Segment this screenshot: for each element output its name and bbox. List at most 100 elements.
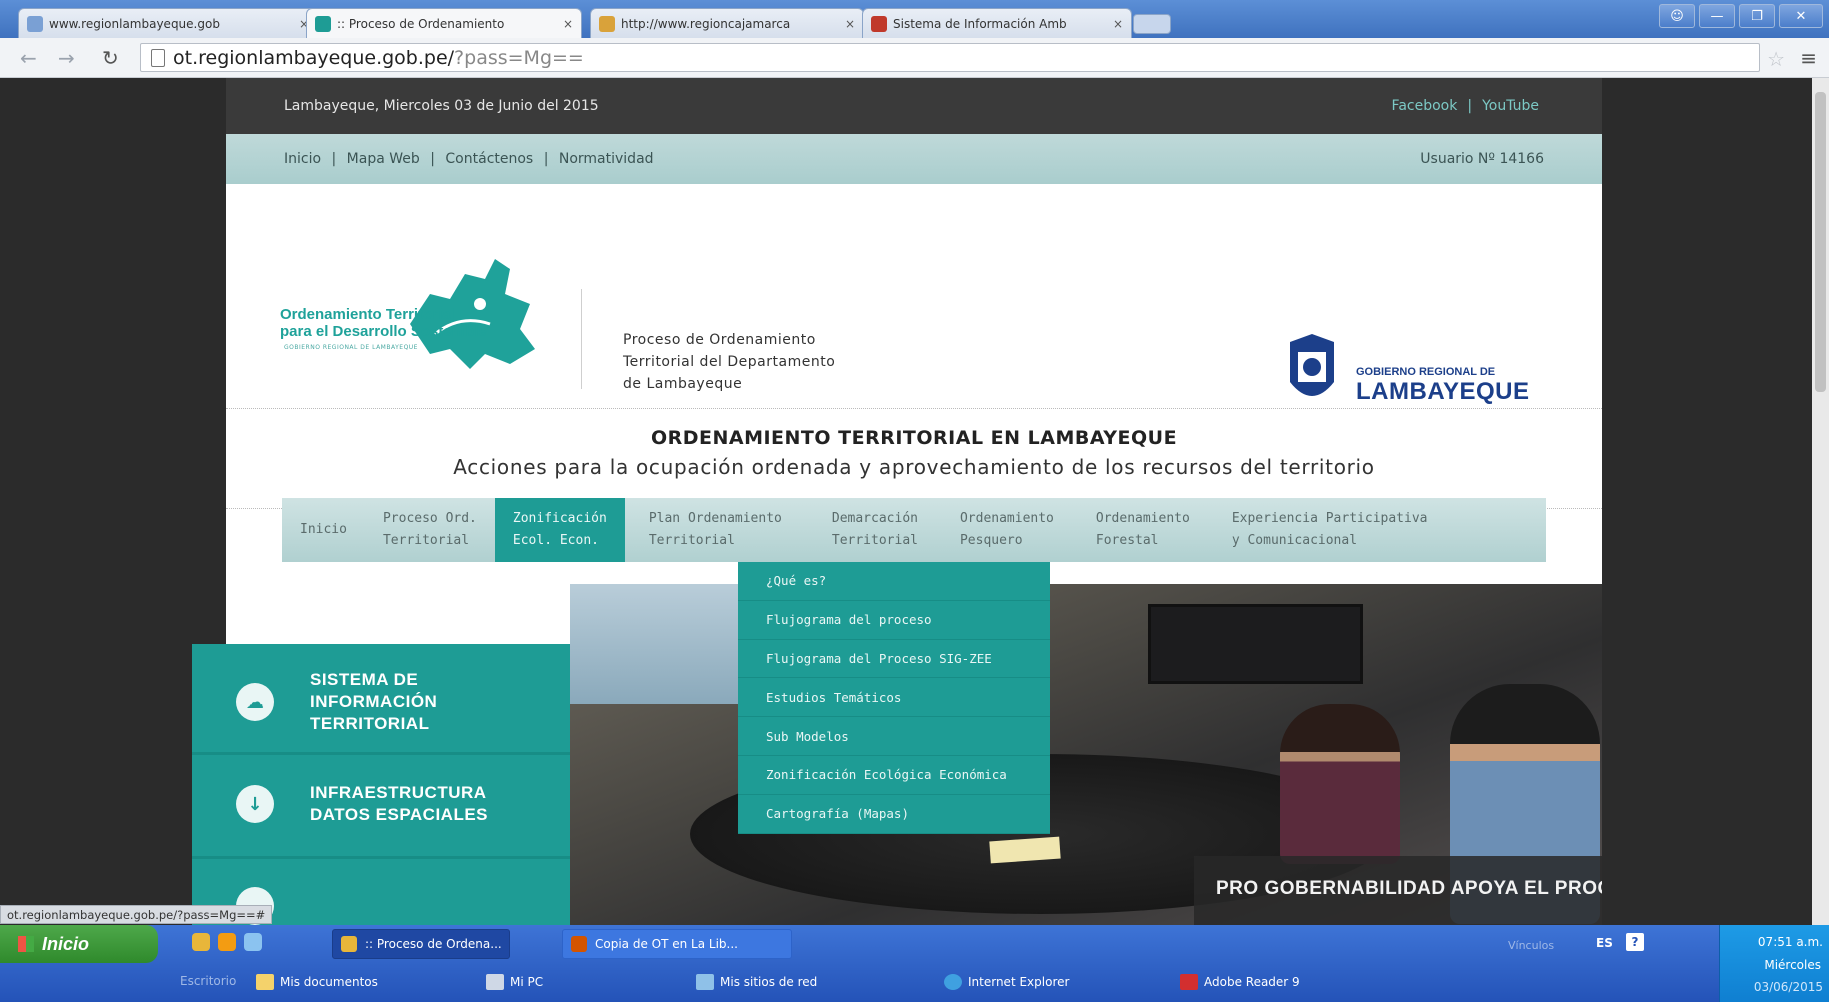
gobierno-regional-logo[interactable]: GOBIERNO REGIONAL DE LAMBAYEQUE xyxy=(1282,332,1529,412)
adobe-reader-shortcut[interactable]: Adobe Reader 9 xyxy=(1180,974,1300,990)
sit-panel: ☁ SISTEMA DE INFORMACIÓN TERRITORIAL ↓ I… xyxy=(192,644,570,925)
new-tab-button[interactable] xyxy=(1133,14,1171,34)
nav-item-proceso[interactable]: Proceso Ord. Territorial xyxy=(365,498,495,562)
ot-logo[interactable]: Ordenamiento Territorial para el Desarro… xyxy=(280,254,540,384)
page-subtitle: Acciones para la ocupación ordenada y ap… xyxy=(453,455,1375,479)
tab-title: www.regionlambayeque.gob xyxy=(49,16,220,31)
scrollbar-thumb[interactable] xyxy=(1815,92,1826,392)
nav-label: Experiencia Participativa xyxy=(1231,511,1428,526)
tab-favicon-icon xyxy=(871,15,887,32)
nav-item-forestal[interactable]: Ordenamiento Forestal xyxy=(1072,498,1208,562)
browser-tab[interactable]: http://www.regioncajamarca × xyxy=(590,8,864,38)
youtube-link[interactable]: YouTube xyxy=(1482,98,1539,114)
minimize-button[interactable]: — xyxy=(1699,4,1735,28)
dropdown-item-zee[interactable]: Zonificación Ecológica Económica xyxy=(738,756,1050,795)
sit-label-line: INFORMACIÓN xyxy=(310,692,438,711)
start-button[interactable]: Inicio xyxy=(0,925,158,963)
address-bar[interactable]: ot.regionlambayeque.gob.pe/?pass=Mg== xyxy=(140,43,1760,72)
utility-links: Inicio | Mapa Web | Contáctenos | Normat… xyxy=(284,151,660,167)
separator: | xyxy=(331,151,337,167)
bookmark-star-icon[interactable]: ☆ xyxy=(1767,47,1785,71)
tab-favicon-icon xyxy=(599,15,615,32)
link-contactenos[interactable]: Contáctenos xyxy=(445,151,533,167)
start-label: Inicio xyxy=(42,933,90,954)
user-icon[interactable]: ☺ xyxy=(1659,4,1695,28)
browser-tab-active[interactable]: :: Proceso de Ordenamiento × xyxy=(306,8,582,39)
mis-documentos-shortcut[interactable]: Mis documentos xyxy=(256,974,378,990)
tab-close-icon[interactable]: × xyxy=(1113,17,1123,31)
sit-item-label: SISTEMA DE INFORMACIÓN TERRITORIAL xyxy=(310,669,437,735)
ot-logo-text: Ordenamiento Territorial para el Desarro… xyxy=(280,306,487,340)
nav-label: Inicio xyxy=(300,522,347,537)
sit-label-line: TERRITORIAL xyxy=(310,714,430,733)
clock-time[interactable]: 07:51 a.m. xyxy=(1758,935,1823,949)
desktop-label: Escritorio xyxy=(180,974,237,988)
date-line: Lambayeque, Miercoles 03 de Junio del 20… xyxy=(284,98,599,114)
page-title: ORDENAMIENTO TERRITORIAL EN LAMBAYEQUE xyxy=(650,427,1178,449)
mi-pc-shortcut[interactable]: Mi PC xyxy=(486,974,543,990)
tab-close-icon[interactable]: × xyxy=(563,17,573,31)
ot-logo-line3: GOBIERNO REGIONAL DE LAMBAYEQUE xyxy=(284,344,418,351)
menu-icon[interactable]: ≡ xyxy=(1800,46,1817,70)
page-scrollbar[interactable] xyxy=(1812,78,1829,925)
close-window-button[interactable]: ✕ xyxy=(1779,4,1823,28)
task-button-powerpoint[interactable]: Copia de OT en La Lib... xyxy=(562,929,792,959)
task-label: Copia de OT en La Lib... xyxy=(595,937,738,951)
browser-tab[interactable]: Sistema de Información Amb × xyxy=(862,8,1132,38)
app-icon[interactable] xyxy=(244,933,262,951)
back-arrow-icon[interactable]: ← xyxy=(20,46,37,70)
nav-label: Pesquero xyxy=(959,533,1023,548)
mis-sitios-shortcut[interactable]: Mis sitios de red xyxy=(696,974,817,990)
link-normatividad[interactable]: Normatividad xyxy=(559,151,654,167)
internet-explorer-shortcut[interactable]: Internet Explorer xyxy=(944,974,1069,990)
download-arrow-icon: ↓ xyxy=(236,785,274,823)
nav-item-pesquero[interactable]: Ordenamiento Pesquero xyxy=(936,498,1072,562)
process-line: Territorial del Departamento xyxy=(623,354,836,370)
nav-item-demarcacion[interactable]: Demarcación Territorial xyxy=(800,498,936,562)
chrome-icon[interactable] xyxy=(192,933,210,951)
reload-icon[interactable]: ↻ xyxy=(102,46,119,70)
nav-item-plan[interactable]: Plan Ordenamiento Territorial xyxy=(625,498,800,562)
links-toolbar-label[interactable]: Vínculos xyxy=(1508,939,1554,952)
nav-label: Territorial xyxy=(831,533,918,548)
nav-item-inicio[interactable]: Inicio xyxy=(282,498,365,562)
dropdown-item-estudios[interactable]: Estudios Temáticos xyxy=(738,678,1050,718)
clock-day: Miércoles xyxy=(1764,958,1821,972)
system-tray: 07:51 a.m. Miércoles 03/06/2015 xyxy=(1719,925,1829,1002)
nav-item-experiencia[interactable]: Experiencia Participativa y Comunicaciona… xyxy=(1208,498,1446,562)
nav-label: Territorial xyxy=(382,533,470,548)
help-icon[interactable]: ? xyxy=(1626,933,1644,951)
forward-arrow-icon[interactable]: → xyxy=(58,46,75,70)
dropdown-item-submodelos[interactable]: Sub Modelos xyxy=(738,717,1050,756)
ot-logo-line2: para el Desarrollo Sostenible xyxy=(280,323,487,340)
link-mapa-web[interactable]: Mapa Web xyxy=(347,151,420,167)
task-button-chrome[interactable]: :: Proceso de Ordena... xyxy=(332,929,510,959)
nav-item-zonificacion[interactable]: Zonificación Ecol. Econ. xyxy=(494,498,625,562)
ot-logo-line1: Ordenamiento Territorial xyxy=(280,306,455,323)
link-inicio[interactable]: Inicio xyxy=(284,151,321,167)
dropdown-item-cartografia[interactable]: Cartografía (Mapas) xyxy=(738,795,1050,834)
tab-title: http://www.regioncajamarca xyxy=(621,16,791,31)
dropdown-item-flujograma-sig[interactable]: Flujograma del Proceso SIG-ZEE xyxy=(738,640,1050,679)
headline-block: ORDENAMIENTO TERRITORIAL EN LAMBAYEQUE A… xyxy=(226,409,1602,509)
facebook-link[interactable]: Facebook xyxy=(1392,98,1458,114)
browser-tab[interactable]: www.regionlambayeque.gob × xyxy=(18,8,318,38)
desktop-toolbar: Escritorio Mis documentos Mi PC Mis siti… xyxy=(150,969,1650,999)
app-icon[interactable] xyxy=(218,933,236,951)
language-indicator[interactable]: ES xyxy=(1596,936,1613,950)
dropdown-item-que-es[interactable]: ¿Qué es? xyxy=(738,562,1050,601)
slideshow-photo[interactable]: PRO GOBERNABILIDAD APOYA EL PROCESO xyxy=(570,584,1602,925)
separator: | xyxy=(1467,98,1473,114)
nav-label: Forestal xyxy=(1095,533,1159,548)
maximize-button[interactable]: ❐ xyxy=(1739,4,1775,28)
sit-item-infraestructura[interactable]: ↓ INFRAESTRUCTURA DATOS ESPACIALES xyxy=(192,764,570,844)
tab-close-icon[interactable]: × xyxy=(845,17,855,31)
url-query: ?pass=Mg== xyxy=(454,46,584,69)
separator: | xyxy=(543,151,549,167)
browser-tabstrip: www.regionlambayeque.gob × :: Proceso de… xyxy=(0,0,1829,39)
nav-label: Proceso Ord. xyxy=(382,511,477,526)
sit-label-line: SISTEMA DE xyxy=(310,670,419,689)
shortcut-label: Adobe Reader 9 xyxy=(1204,975,1300,989)
sit-item-sistema[interactable]: ☁ SISTEMA DE INFORMACIÓN TERRITORIAL xyxy=(192,652,570,752)
dropdown-item-flujograma[interactable]: Flujograma del proceso xyxy=(738,601,1050,640)
